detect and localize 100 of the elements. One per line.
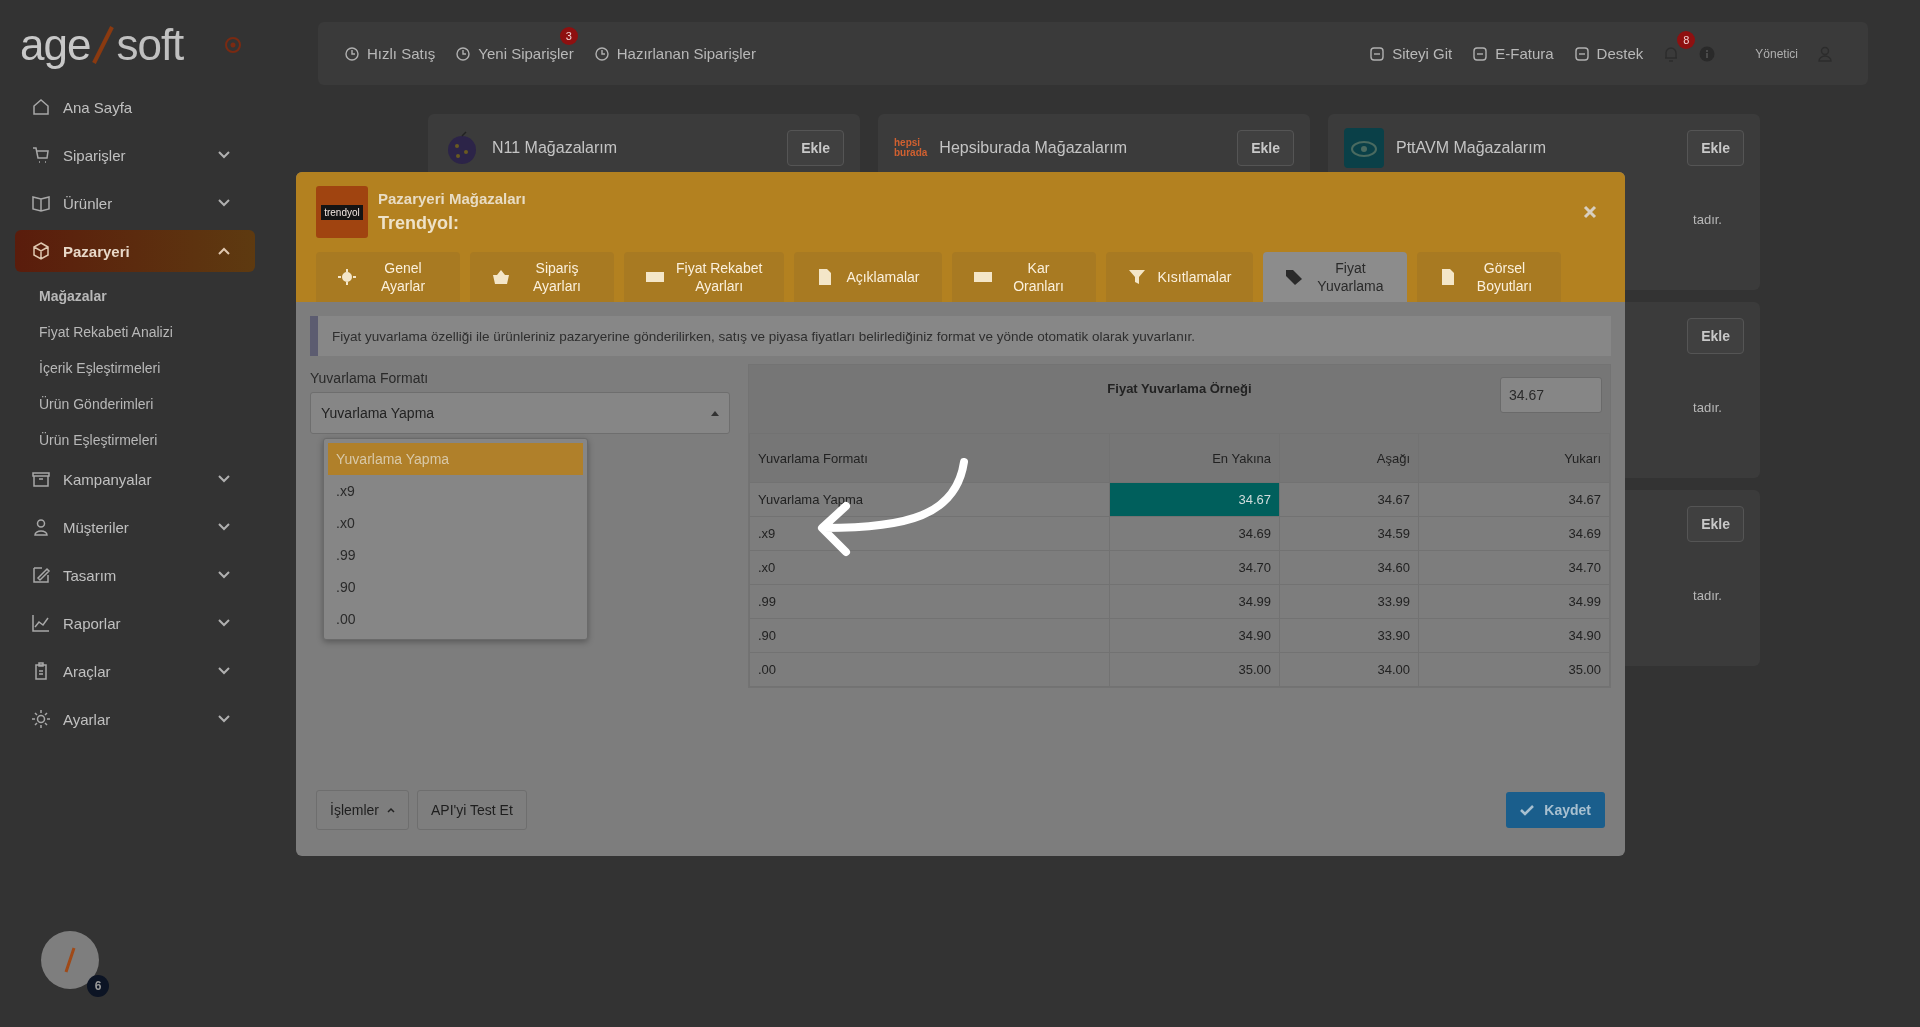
add-button[interactable]: Ekle (787, 130, 844, 166)
table-cell: 34.90 (1109, 618, 1280, 653)
user-name[interactable]: Yönetici (1755, 46, 1798, 61)
top-link[interactable]: Siteyi Git (1392, 45, 1453, 62)
clock-icon[interactable] (344, 45, 360, 62)
tab[interactable]: Görsel Boyutları (1417, 252, 1562, 302)
square-icon[interactable] (1369, 45, 1386, 62)
table-cell: 35.00 (1109, 652, 1280, 687)
submenu-item[interactable]: Mağazalar (0, 278, 270, 314)
submenu-item[interactable]: Fiyat Rekabeti Analizi (0, 314, 270, 350)
count-badge: 8 (1677, 30, 1696, 49)
field-label: Yuvarlama Formatı (310, 370, 430, 386)
dropdown-option[interactable]: .x9 (328, 475, 583, 507)
table-cell: 33.90 (1279, 618, 1419, 653)
format-select[interactable]: Yuvarlama Yapma (310, 392, 730, 434)
column-header: Aşağı (1279, 433, 1419, 483)
square-icon[interactable] (1472, 45, 1489, 62)
modal-subtitle: Trendyol: (378, 213, 460, 234)
menu-item[interactable]: Ana Sayfa (15, 86, 255, 128)
box-icon (31, 241, 51, 261)
add-button[interactable]: Ekle (1687, 130, 1744, 166)
add-button[interactable]: Ekle (1687, 318, 1744, 354)
menu-item[interactable]: Araçlar (15, 650, 255, 692)
footer-button[interactable]: İşlemler (316, 790, 409, 830)
modal-title: Pazaryeri Mağazaları (378, 190, 527, 207)
submenu-item[interactable]: Ürün Gönderimleri (0, 386, 270, 422)
store-logo-icon (1344, 128, 1384, 168)
tab[interactable]: Fiyat Yuvarlama (1263, 252, 1408, 302)
add-button[interactable]: Ekle (1237, 130, 1294, 166)
tab[interactable]: Genel Ayarlar (316, 252, 460, 302)
table-cell: 34.67 (1279, 482, 1419, 517)
menu-item[interactable]: Ayarlar (15, 698, 255, 740)
dropdown-option[interactable]: .99 (328, 539, 583, 571)
menu-item[interactable]: Kampanyalar (15, 458, 255, 500)
square-icon[interactable] (1573, 45, 1590, 62)
save-button[interactable]: Kaydet (1506, 792, 1605, 828)
table-cell: Yuvarlama Yapma (749, 482, 1110, 517)
menu-item[interactable]: Ürünler (15, 182, 255, 224)
filter-icon (1127, 269, 1146, 285)
table-cell: 34.99 (1109, 584, 1280, 619)
dropdown-option[interactable]: .x0 (328, 507, 583, 539)
clock-icon[interactable] (593, 45, 610, 62)
top-link[interactable]: Hazırlanan Siparişler (616, 45, 756, 62)
table-cell: 34.99 (1418, 584, 1610, 619)
table-cell: 34.70 (1109, 550, 1280, 585)
top-link[interactable]: Hızlı Satış (367, 45, 436, 62)
table-cell: .x9 (749, 516, 1110, 551)
notification-badge: 6 (87, 975, 109, 997)
store-title: Hepsiburada Mağazalarım (939, 139, 1128, 157)
table-cell: 34.67 (1109, 482, 1280, 517)
tab[interactable]: Açıklamalar (794, 252, 942, 302)
book-icon (31, 193, 51, 213)
menu-item[interactable]: Tasarım (15, 554, 255, 596)
column-header: Yuvarlama Formatı (749, 433, 1110, 483)
submenu-item[interactable]: Ürün Eşleştirmeleri (0, 422, 270, 458)
basket-icon (492, 269, 510, 285)
tag-icon (1285, 269, 1304, 285)
tab[interactable]: Fiyat Rekabet Ayarları (624, 252, 785, 302)
table-cell: .99 (749, 584, 1110, 619)
card-text: tadır. (1693, 212, 1722, 227)
menu-item[interactable]: Raporlar (15, 602, 255, 644)
price-input[interactable]: 34.67 (1500, 377, 1602, 413)
table-cell: 34.69 (1109, 516, 1280, 551)
table-cell: 34.67 (1418, 482, 1610, 517)
top-link[interactable]: E-Fatura (1495, 45, 1554, 62)
money-icon (646, 269, 664, 285)
footer-button[interactable]: API'yi Test Et (417, 790, 527, 830)
table-title: Fiyat Yuvarlama Örneği (1107, 381, 1252, 398)
table-cell: 35.00 (1418, 652, 1610, 687)
floating-button[interactable] (41, 931, 99, 989)
dropdown-option[interactable]: .90 (328, 571, 583, 603)
submenu-item[interactable]: İçerik Eşleştirmeleri (0, 350, 270, 386)
column-header: Yukarı (1418, 433, 1610, 483)
info-note: Fiyat yuvarlama özelliği ile ürünleriniz pazaryerine gönderilirken, satış ve piyasa fiyatları belirlediğiniz format ve yönde otomatik olarak yuvarlanır. (310, 316, 1611, 356)
column-header: En Yakına (1109, 433, 1280, 483)
card-text: tadır. (1693, 588, 1722, 603)
tab[interactable]: Sipariş Ayarları (470, 252, 614, 302)
home-icon (31, 97, 51, 117)
clock-icon[interactable] (455, 45, 472, 62)
count-badge: 3 (559, 27, 578, 45)
tab[interactable]: Kısıtlamalar (1105, 252, 1254, 302)
top-link[interactable]: Destek (1596, 45, 1644, 62)
trendyol-logo: trendyol (316, 186, 368, 238)
table-cell: 34.00 (1279, 652, 1419, 687)
card-text: tadır. (1693, 400, 1722, 415)
store-logo: hepsi burada (894, 138, 928, 158)
menu-item[interactable]: Siparişler (15, 134, 255, 176)
money-icon (973, 269, 992, 285)
add-button[interactable]: Ekle (1687, 506, 1744, 542)
table-cell: 34.70 (1418, 550, 1610, 585)
table-cell: 34.59 (1279, 516, 1419, 551)
dropdown-option[interactable]: .00 (328, 603, 583, 635)
store-title: PttAVM Mağazalarım (1396, 139, 1547, 157)
tab[interactable]: Kar Oranları (951, 252, 1096, 302)
menu-item[interactable]: Pazaryeri (15, 230, 255, 272)
table-cell: .00 (749, 652, 1110, 687)
top-link[interactable]: Yeni Siparişler (478, 45, 574, 62)
pen-icon (31, 565, 51, 585)
menu-item[interactable]: Müşteriler (15, 506, 255, 548)
caret-icon (387, 807, 395, 813)
